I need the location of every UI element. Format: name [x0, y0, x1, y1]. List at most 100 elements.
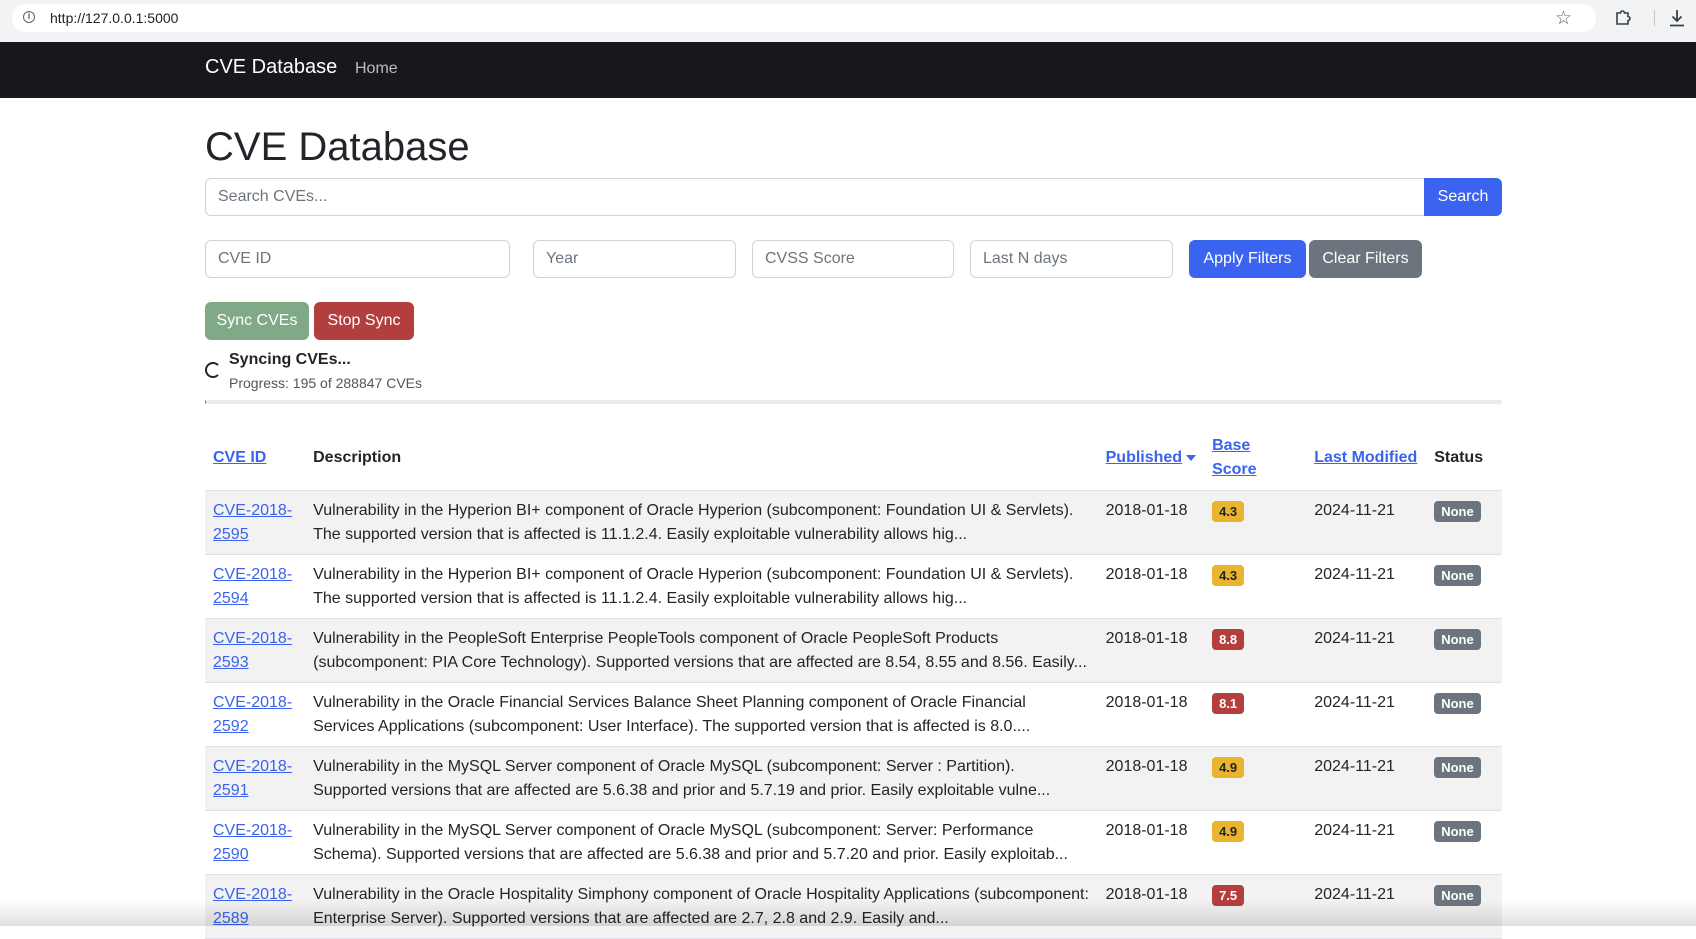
- status-badge: None: [1434, 757, 1481, 778]
- cve-id-prefix: CVE-2018-: [213, 822, 293, 839]
- cve-id-prefix: CVE-2018-: [213, 694, 293, 711]
- cve-id-link[interactable]: CVE-2018- 2595: [213, 502, 292, 543]
- cve-id-filter-input[interactable]: [205, 240, 510, 278]
- cvss-score-filter-input[interactable]: [752, 240, 954, 278]
- cve-id-prefix: CVE-2018-: [213, 886, 293, 903]
- cell-base-score: 4.3: [1204, 490, 1307, 555]
- cell-published: 2018-01-18: [1097, 810, 1205, 875]
- table-header-row: CVE ID Description Published Base Score …: [205, 426, 1502, 491]
- cell-published: 2018-01-18: [1097, 682, 1205, 747]
- status-badge: None: [1434, 501, 1481, 522]
- cell-status: None: [1426, 490, 1502, 555]
- cell-cve-id: CVE-2018- 2591: [205, 746, 306, 811]
- search-button[interactable]: Search: [1424, 178, 1502, 216]
- navbar: CVE Database Home: [0, 42, 1696, 98]
- navbar-brand[interactable]: CVE Database: [205, 56, 337, 79]
- clear-filters-button[interactable]: Clear Filters: [1309, 240, 1422, 278]
- cell-published: 2018-01-18: [1097, 490, 1205, 555]
- cve-id-link[interactable]: CVE-2018- 2589: [213, 886, 292, 927]
- sort-published-link[interactable]: Published: [1106, 449, 1182, 466]
- sync-status-title: Syncing CVEs...: [229, 351, 351, 368]
- cve-id-number: 2594: [213, 590, 249, 607]
- table-row: CVE-2018- 2591 Vulnerability in the MySQL …: [205, 746, 1502, 811]
- cve-id-number: 2591: [213, 782, 249, 799]
- cell-base-score: 8.8: [1204, 618, 1307, 683]
- table-row: CVE-2018- 2589 Vulnerability in the Oracle…: [205, 874, 1502, 939]
- sort-last-modified-link[interactable]: Last Modified: [1314, 449, 1417, 466]
- search-input[interactable]: [205, 178, 1424, 216]
- cve-table: CVE ID Description Published Base Score …: [205, 426, 1502, 939]
- cell-last-modified: 2024-11-21: [1306, 746, 1427, 811]
- cell-published: 2018-01-18: [1097, 746, 1205, 811]
- header-cve-id[interactable]: CVE ID: [205, 426, 306, 491]
- header-published[interactable]: Published: [1097, 426, 1205, 491]
- sort-cve-id-link[interactable]: CVE ID: [213, 449, 266, 466]
- status-badge: None: [1434, 693, 1481, 714]
- cell-last-modified: 2024-11-21: [1306, 810, 1427, 875]
- cell-status: None: [1426, 746, 1502, 811]
- page-title: CVE Database: [205, 125, 470, 169]
- cve-id-link[interactable]: CVE-2018- 2594: [213, 566, 292, 607]
- cell-published: 2018-01-18: [1097, 874, 1205, 939]
- cve-id-link[interactable]: CVE-2018- 2590: [213, 822, 292, 863]
- header-status: Status: [1426, 426, 1502, 491]
- cell-last-modified: 2024-11-21: [1306, 490, 1427, 555]
- cve-id-prefix: CVE-2018-: [213, 630, 293, 647]
- cell-cve-id: CVE-2018- 2594: [205, 554, 306, 619]
- cve-id-prefix: CVE-2018-: [213, 566, 293, 583]
- score-badge: 7.5: [1212, 885, 1245, 906]
- cell-published: 2018-01-18: [1097, 618, 1205, 683]
- cell-cve-id: CVE-2018- 2589: [205, 874, 306, 939]
- cve-id-number: 2595: [213, 526, 249, 543]
- table-row: CVE-2018- 2593 Vulnerability in the People…: [205, 618, 1502, 683]
- score-badge: 8.8: [1212, 629, 1245, 650]
- cell-description: Vulnerability in the Hyperion BI+ compon…: [305, 490, 1098, 555]
- url-text[interactable]: http://127.0.0.1:5000: [50, 10, 178, 26]
- cell-status: None: [1426, 618, 1502, 683]
- table-row: CVE-2018- 2594 Vulnerability in the Hyperi…: [205, 554, 1502, 619]
- apply-filters-button[interactable]: Apply Filters: [1189, 240, 1306, 278]
- table-row: CVE-2018- 2595 Vulnerability in the Hyperi…: [205, 490, 1502, 555]
- sync-cves-button[interactable]: Sync CVEs: [205, 302, 309, 340]
- header-last-modified[interactable]: Last Modified: [1306, 426, 1427, 491]
- download-icon[interactable]: [1668, 8, 1686, 28]
- score-badge: 4.9: [1212, 757, 1245, 778]
- sort-base-score-link[interactable]: Base Score: [1212, 437, 1256, 478]
- header-base-score[interactable]: Base Score: [1204, 426, 1307, 491]
- cell-base-score: 4.9: [1204, 746, 1307, 811]
- address-bar[interactable]: i http://127.0.0.1:5000 ☆: [12, 4, 1596, 32]
- cell-description: Vulnerability in the Oracle Financial Se…: [305, 682, 1098, 747]
- toolbar-divider: [1654, 10, 1655, 26]
- sync-progress-fill: [205, 400, 206, 404]
- sync-progress-bar: [205, 400, 1502, 404]
- cve-table-body: CVE-2018- 2595 Vulnerability in the Hyperi…: [205, 490, 1502, 939]
- info-icon[interactable]: i: [23, 11, 35, 23]
- cell-status: None: [1426, 874, 1502, 939]
- cell-last-modified: 2024-11-21: [1306, 682, 1427, 747]
- score-badge: 4.9: [1212, 821, 1245, 842]
- cve-id-link[interactable]: CVE-2018- 2593: [213, 630, 292, 671]
- cve-id-number: 2590: [213, 846, 249, 863]
- last-n-days-filter-input[interactable]: [970, 240, 1173, 278]
- cve-id-number: 2593: [213, 654, 249, 671]
- status-badge: None: [1434, 565, 1481, 586]
- cell-status: None: [1426, 682, 1502, 747]
- cell-cve-id: CVE-2018- 2590: [205, 810, 306, 875]
- cve-id-number: 2589: [213, 910, 249, 927]
- cell-status: None: [1426, 810, 1502, 875]
- score-badge: 4.3: [1212, 501, 1245, 522]
- cve-id-prefix: CVE-2018-: [213, 502, 293, 519]
- stop-sync-button[interactable]: Stop Sync: [314, 302, 414, 340]
- cve-id-number: 2592: [213, 718, 249, 735]
- cve-id-link[interactable]: CVE-2018- 2592: [213, 694, 292, 735]
- cell-last-modified: 2024-11-21: [1306, 874, 1427, 939]
- table-row: CVE-2018- 2590 Vulnerability in the MySQL …: [205, 810, 1502, 875]
- bookmark-star-icon[interactable]: ☆: [1555, 7, 1572, 30]
- loading-spinner-icon: [205, 362, 221, 378]
- nav-home-link[interactable]: Home: [355, 60, 398, 78]
- cell-base-score: 4.9: [1204, 810, 1307, 875]
- cve-id-link[interactable]: CVE-2018- 2591: [213, 758, 292, 799]
- year-filter-input[interactable]: [533, 240, 736, 278]
- cell-description: Vulnerability in the Hyperion BI+ compon…: [305, 554, 1098, 619]
- extension-icon[interactable]: [1614, 8, 1632, 26]
